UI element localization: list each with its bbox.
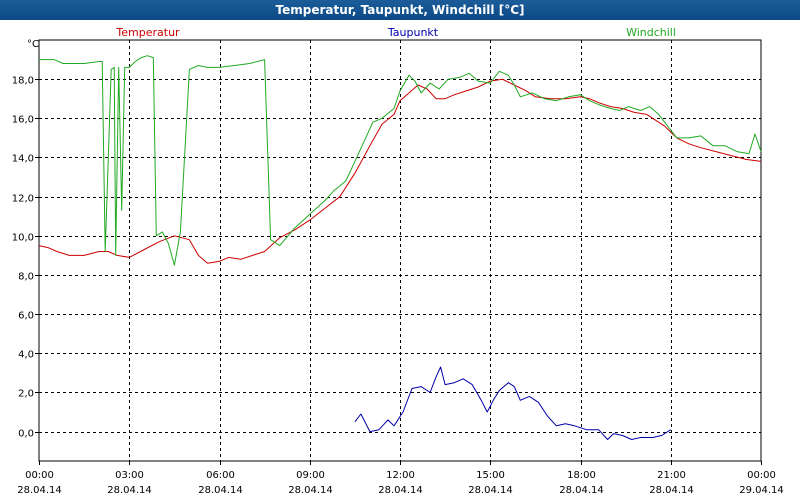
x-tick-date-label: 28.04.14 (468, 485, 513, 496)
x-tick-date-label: 28.04.14 (288, 485, 333, 496)
x-tick-time-label: 09:00 (296, 470, 325, 481)
x-tick-time-label: 15:00 (476, 470, 505, 481)
y-tick-label: 14,0 (12, 154, 34, 165)
y-axis-unit-label: °C (27, 39, 39, 50)
legend-item-taupunkt: Taupunkt (387, 26, 439, 39)
x-tick-date-label: 28.04.14 (559, 485, 604, 496)
x-tick-time-label: 18:00 (567, 470, 596, 481)
x-tick-time-label: 12:00 (386, 470, 415, 481)
y-tick-label: 2,0 (18, 389, 34, 400)
y-tick-label: 0,0 (18, 429, 34, 440)
y-tick-label: 12,0 (12, 194, 34, 205)
y-tick-label: 4,0 (18, 350, 34, 361)
x-tick-time-label: 03:00 (115, 470, 144, 481)
y-tick-label: 8,0 (18, 272, 34, 283)
y-tick-label: 6,0 (18, 311, 34, 322)
x-tick-date-label: 28.04.14 (198, 485, 243, 496)
y-tick-label: 10,0 (12, 233, 34, 244)
y-tick-label: 18,0 (12, 76, 34, 87)
x-tick-date-label: 28.04.14 (378, 485, 423, 496)
legend-item-windchill: Windchill (626, 26, 676, 39)
x-tick-date-label: 29.04.14 (739, 485, 784, 496)
legend-item-temperatur: Temperatur (115, 26, 180, 39)
x-tick-date-label: 28.04.14 (649, 485, 694, 496)
x-tick-time-label: 06:00 (206, 470, 235, 481)
chart-title: Temperatur, Taupunkt, Windchill [°C] (275, 3, 525, 17)
x-tick-time-label: 00:00 (747, 470, 776, 481)
x-tick-date-label: 28.04.14 (17, 485, 62, 496)
x-tick-date-label: 28.04.14 (107, 485, 152, 496)
y-tick-label: 16,0 (12, 115, 34, 126)
chart-title-bar: Temperatur, Taupunkt, Windchill [°C] (0, 0, 800, 20)
x-tick-time-label: 21:00 (657, 470, 686, 481)
x-tick-time-label: 00:00 (25, 470, 54, 481)
chart: 0,0 2,0 4,0 6,0 8,0 10,0 12,0 14,0 16,0 18,0 00:00… (0, 20, 800, 500)
